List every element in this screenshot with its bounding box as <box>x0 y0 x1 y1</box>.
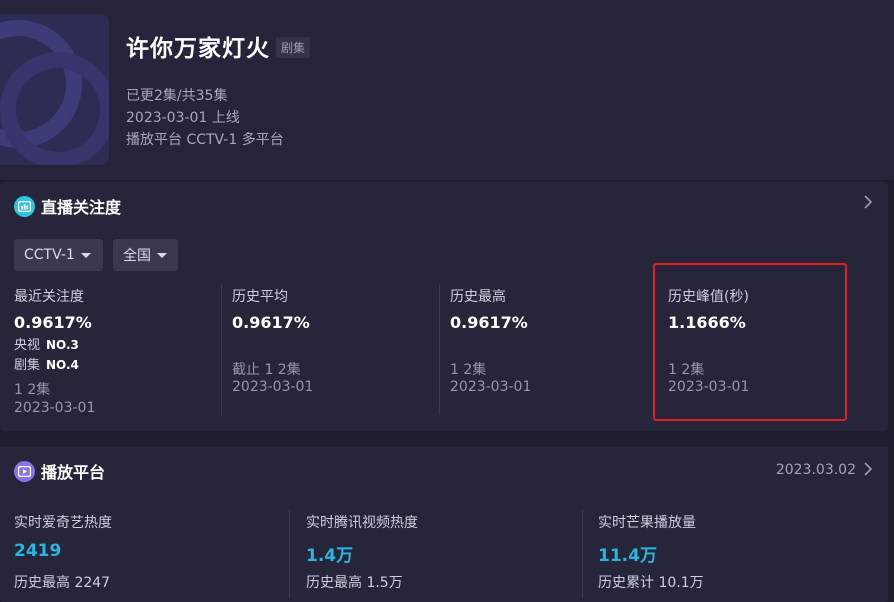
region-dropdown-value: 全国 <box>123 248 151 264</box>
column-divider <box>439 284 440 415</box>
caret-down-icon <box>157 252 167 258</box>
tv-chart-icon <box>14 195 35 217</box>
history-average-label: 历史平均 <box>232 289 288 305</box>
chevron-right-icon[interactable] <box>864 461 873 480</box>
history-high-date: 2023-03-01 <box>450 379 532 395</box>
platform-title: 播放平台 <box>41 463 106 482</box>
channel-dropdown-value: CCTV-1 <box>24 247 75 263</box>
play-icon <box>14 460 35 482</box>
show-header: 许你万家灯火 剧集 已更2集/共35集 2023-03-01 上线 播放平台 C… <box>0 0 894 180</box>
history-high-label: 历史最高 <box>450 289 506 305</box>
show-title: 许你万家灯火 <box>126 36 270 62</box>
update-status: 已更2集/共35集 <box>126 88 228 104</box>
history-average-episode: 截止 1 2集 <box>232 362 301 378</box>
history-high-value: 0.9617% <box>450 313 528 332</box>
broadcast-platform: 播放平台 CCTV-1 多平台 <box>126 132 284 148</box>
recent-episode: 1 2集 <box>14 382 51 398</box>
column-divider <box>221 284 222 415</box>
show-type-tag: 剧集 <box>276 37 311 58</box>
mango-history: 历史累计 10.1万 <box>598 575 704 591</box>
platform-card: 播放平台 2023.03.02 <box>0 447 888 602</box>
iqiyi-heat-value: 2419 <box>14 541 62 561</box>
caret-down-icon <box>80 252 91 258</box>
peak-highlight-box <box>653 263 847 421</box>
release-date: 2023-03-01 上线 <box>126 110 240 126</box>
recent-attention-label: 最近关注度 <box>14 289 84 305</box>
region-dropdown[interactable]: 全国 <box>113 239 178 271</box>
mango-plays-value: 11.4万 <box>598 546 657 566</box>
drama-rank-label: 剧集 <box>14 358 41 373</box>
cctv-rank: 央视 NO.3 <box>14 334 79 353</box>
poster-ring-decor <box>0 52 109 165</box>
history-average-date: 2023-03-01 <box>232 379 314 395</box>
recent-date: 2023-03-01 <box>14 400 96 416</box>
iqiyi-history: 历史最高 2247 <box>14 575 111 591</box>
drama-rank: 剧集 NO.4 <box>14 354 79 373</box>
tencent-heat-value: 1.4万 <box>306 546 354 566</box>
live-attention-header[interactable]: 直播关注度 <box>14 194 121 218</box>
history-high-episode: 1 2集 <box>450 362 487 378</box>
tencent-history: 历史最高 1.5万 <box>306 575 403 591</box>
column-divider <box>582 510 583 598</box>
platform-date: 2023.03.02 <box>775 462 856 478</box>
channel-dropdown[interactable]: CCTV-1 <box>14 239 103 271</box>
show-poster[interactable] <box>0 14 109 165</box>
cctv-rank-value: NO.3 <box>46 338 79 352</box>
drama-rank-value: NO.4 <box>46 358 79 372</box>
chevron-right-icon[interactable] <box>864 194 873 213</box>
title-row: 许你万家灯火 剧集 <box>126 29 311 63</box>
tencent-heat-label: 实时腾讯视频热度 <box>306 515 418 531</box>
live-attention-title: 直播关注度 <box>41 198 122 217</box>
recent-attention-value: 0.9617% <box>14 313 92 332</box>
platform-header[interactable]: 播放平台 <box>14 459 105 483</box>
column-divider <box>289 510 290 598</box>
mango-plays-label: 实时芒果播放量 <box>598 515 696 531</box>
history-average-value: 0.9617% <box>232 313 310 332</box>
iqiyi-heat-label: 实时爱奇艺热度 <box>14 515 112 531</box>
cctv-rank-label: 央视 <box>14 338 41 353</box>
